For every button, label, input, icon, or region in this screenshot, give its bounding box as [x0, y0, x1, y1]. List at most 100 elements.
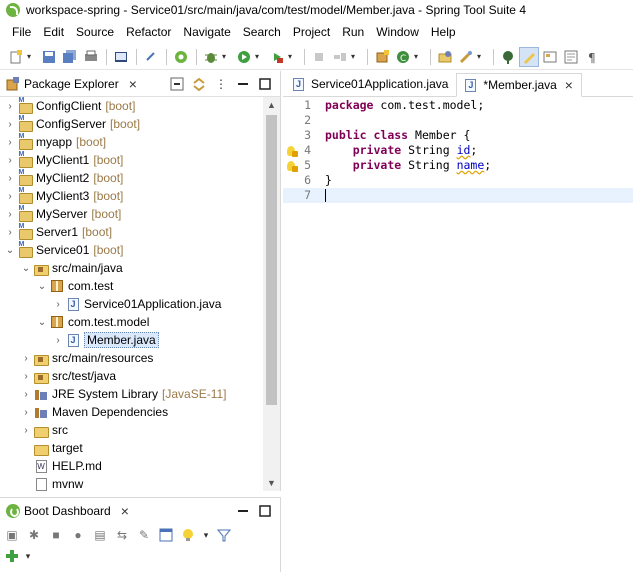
add-dropdown-icon[interactable]: ▾ [24, 548, 32, 564]
stop-icon[interactable] [309, 47, 329, 67]
tree-item-myserver[interactable]: › MyServer [boot] [0, 205, 263, 223]
search-icon[interactable] [456, 47, 476, 67]
new-dropdown-icon[interactable]: ▾ [27, 52, 35, 61]
tree-scrollbar[interactable]: ▲ ▼ [263, 97, 280, 491]
scroll-up-icon[interactable]: ▲ [263, 97, 280, 113]
terminal-icon[interactable] [111, 47, 131, 67]
warning-lightbulb-icon[interactable] [283, 158, 299, 173]
open-browser-icon[interactable]: ● [70, 527, 86, 543]
maximize-icon[interactable] [258, 77, 272, 91]
collapse-all-icon[interactable] [170, 77, 184, 91]
chevron-right-icon[interactable]: › [4, 223, 16, 241]
view-menu-icon[interactable]: ⋮ [214, 77, 228, 91]
run-dropdown-icon[interactable]: ▾ [255, 52, 263, 61]
menu-refactor[interactable]: Refactor [120, 22, 177, 42]
close-icon[interactable]: × [565, 77, 573, 93]
tree-item-maven-dependencies[interactable]: › Maven Dependencies [0, 403, 263, 421]
tree-item-server1[interactable]: › Server1 [boot] [0, 223, 263, 241]
chevron-right-icon[interactable]: › [4, 115, 16, 133]
deploy-icon[interactable]: ⇆ [114, 527, 130, 543]
menu-project[interactable]: Project [287, 22, 336, 42]
tree-item-src-main-resources[interactable]: › src/main/resources [0, 349, 263, 367]
tree-item-help-md[interactable]: W HELP.md [0, 457, 263, 475]
menu-edit[interactable]: Edit [37, 22, 70, 42]
maximize-icon[interactable] [258, 504, 272, 518]
chevron-down-icon[interactable]: ⌄ [36, 277, 48, 295]
menu-search[interactable]: Search [237, 22, 287, 42]
annotation-icon[interactable] [498, 47, 518, 67]
stop-app-icon[interactable]: ■ [48, 527, 64, 543]
tree-item-myclient2[interactable]: › MyClient2 [boot] [0, 169, 263, 187]
debug-app-icon[interactable]: ✱ [26, 527, 42, 543]
menu-file[interactable]: File [6, 22, 37, 42]
disconnect-icon[interactable] [330, 47, 350, 67]
chevron-right-icon[interactable]: › [4, 187, 16, 205]
tree-item-target[interactable]: target [0, 439, 263, 457]
scroll-down-icon[interactable]: ▼ [263, 475, 280, 491]
menu-source[interactable]: Source [70, 22, 120, 42]
external-tools-icon[interactable] [267, 47, 287, 67]
chevron-right-icon[interactable]: › [20, 403, 32, 421]
link-with-editor-icon[interactable] [192, 77, 206, 91]
tree-item-jre-system-library[interactable]: › JRE System Library [JavaSE-11] [0, 385, 263, 403]
chevron-right-icon[interactable]: › [20, 349, 32, 367]
minimize-icon[interactable] [236, 77, 250, 91]
start-app-icon[interactable]: ▣ [4, 527, 20, 543]
tree-item-com-test[interactable]: ⌄ com.test [0, 277, 263, 295]
print-icon[interactable] [81, 47, 101, 67]
chevron-right-icon[interactable]: › [20, 421, 32, 439]
open-type-icon[interactable] [435, 47, 455, 67]
code-editor[interactable]: 1 package com.test.model; 2 3 public cla… [283, 98, 633, 572]
debug-icon[interactable] [201, 47, 221, 67]
editor-tab-member[interactable]: J *Member.java × [456, 73, 582, 97]
lightbulb-dropdown-icon[interactable]: ▾ [202, 527, 210, 543]
save-icon[interactable] [39, 47, 59, 67]
chevron-down-icon[interactable]: ⌄ [36, 313, 48, 331]
menu-window[interactable]: Window [370, 22, 425, 42]
show-whitespace-icon[interactable]: ¶ [582, 47, 602, 67]
add-icon[interactable] [4, 548, 20, 564]
new-java-package-icon[interactable] [372, 47, 392, 67]
tree-item-service01[interactable]: ⌄ Service01 [boot] [0, 241, 263, 259]
tree-item-myclient1[interactable]: › MyClient1 [boot] [0, 151, 263, 169]
console-icon[interactable]: ▤ [92, 527, 108, 543]
tree-item-configclient[interactable]: › ConfigClient [boot] [0, 97, 263, 115]
menu-run[interactable]: Run [336, 22, 370, 42]
spring-boot-icon[interactable] [171, 47, 191, 67]
edit-icon[interactable]: ✎ [136, 527, 152, 543]
new-icon[interactable] [6, 47, 26, 67]
minimize-icon[interactable] [236, 504, 250, 518]
debug-dropdown-icon[interactable]: ▾ [222, 52, 230, 61]
menu-help[interactable]: Help [425, 22, 462, 42]
chevron-right-icon[interactable]: › [20, 385, 32, 403]
tree-item-configserver[interactable]: › ConfigServer [boot] [0, 115, 263, 133]
lightbulb-icon[interactable] [180, 527, 196, 543]
tree-item-src[interactable]: › src [0, 421, 263, 439]
disconnect-dropdown-icon[interactable]: ▾ [351, 52, 359, 61]
chevron-right-icon[interactable]: › [52, 331, 64, 349]
chevron-right-icon[interactable]: › [20, 367, 32, 385]
filter-icon[interactable] [216, 527, 232, 543]
chevron-down-icon[interactable]: ⌄ [4, 241, 16, 259]
tree-item-member-java[interactable]: › J Member.java [0, 331, 263, 349]
external-tools-dropdown-icon[interactable]: ▾ [288, 52, 296, 61]
scrollbar-thumb[interactable] [266, 115, 277, 405]
tree-item-com-test-model[interactable]: ⌄ com.test.model [0, 313, 263, 331]
close-icon[interactable]: × [129, 76, 137, 92]
toggle-mark-icon[interactable] [540, 47, 560, 67]
search-dropdown-icon[interactable]: ▾ [477, 52, 485, 61]
tree-item-src-test-java[interactable]: › src/test/java [0, 367, 263, 385]
editor-tab-service01application[interactable]: J Service01Application.java [285, 72, 456, 96]
chevron-down-icon[interactable]: ⌄ [20, 259, 32, 277]
close-icon[interactable]: × [121, 503, 129, 519]
link-icon[interactable] [141, 47, 161, 67]
run-icon[interactable] [234, 47, 254, 67]
highlight-icon[interactable] [519, 46, 539, 67]
chevron-right-icon[interactable]: › [4, 97, 16, 115]
chevron-right-icon[interactable]: › [4, 169, 16, 187]
properties-icon[interactable] [158, 527, 174, 543]
package-explorer-tab[interactable]: Package Explorer × [6, 76, 137, 92]
chevron-right-icon[interactable]: › [4, 133, 16, 151]
warning-lightbulb-icon[interactable] [283, 143, 299, 158]
new-java-class-icon[interactable]: C [393, 47, 413, 67]
